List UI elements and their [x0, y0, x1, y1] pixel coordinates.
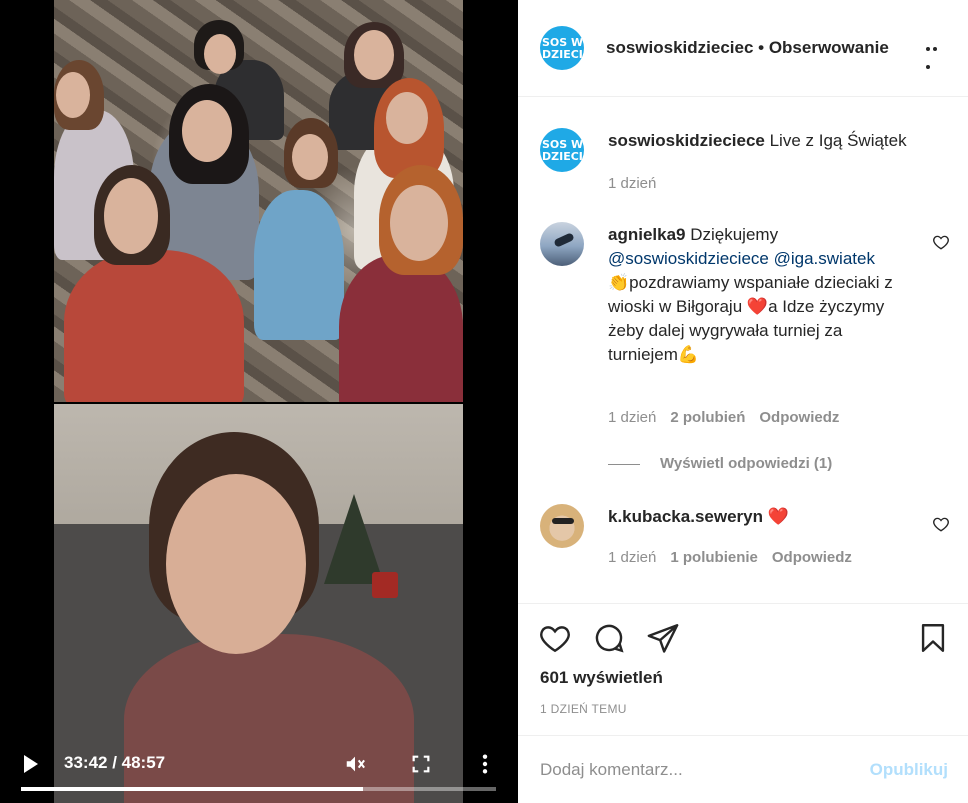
muscle-emoji: 💪 — [677, 345, 700, 364]
caption-text: soswioskidzieciece Live z Igą Świątek — [608, 129, 948, 153]
comment-text: agnielka9 Dziękujemy @soswioskidzieciece… — [608, 223, 898, 367]
fullscreen-icon[interactable] — [410, 753, 432, 775]
more-vertical-icon[interactable] — [474, 753, 496, 775]
publish-button[interactable]: Opublikuj — [870, 760, 948, 780]
comments-section[interactable]: SOS W DZIECI soswioskidzieciece Live z I… — [518, 98, 968, 603]
caption: SOS W DZIECI soswioskidzieciece Live z I… — [540, 128, 950, 198]
mention-link[interactable]: @iga.swiatek — [774, 249, 875, 268]
comment: k.kubacka.seweryn ❤️ 1 dzień 1 polubienie… — [540, 504, 950, 584]
live-guest-frame — [54, 0, 463, 402]
more-horizontal-icon[interactable] — [926, 40, 946, 69]
commenter-avatar[interactable] — [540, 222, 584, 266]
comment-username[interactable]: k.kubacka.seweryn — [608, 507, 763, 526]
video-controls: 33:42 / 48:57 — [0, 713, 518, 803]
video-progress-bar[interactable] — [21, 787, 496, 791]
share-icon[interactable] — [646, 621, 680, 655]
heart-icon[interactable] — [538, 621, 572, 655]
video-time: 33:42 / 48:57 — [64, 753, 166, 772]
heart-emoji: ❤️ — [746, 297, 769, 316]
header-separator: • — [753, 38, 769, 57]
header-username[interactable]: soswioskidzieciec — [606, 38, 753, 57]
caption-username[interactable]: soswioskidzieciece — [608, 131, 765, 150]
avatar-logo-text: SOS W — [542, 138, 584, 151]
following-button[interactable]: Obserwowanie — [769, 38, 889, 57]
comment-like-icon[interactable] — [932, 515, 950, 533]
divider-line — [608, 463, 640, 465]
comment-username[interactable]: agnielka9 — [608, 225, 686, 244]
view-replies-button[interactable]: Wyświetl odpowiedzi (1) — [608, 455, 832, 472]
account-avatar[interactable]: SOS W DZIECI — [540, 26, 584, 70]
video-player[interactable]: 33:42 / 48:57 — [0, 0, 518, 803]
bookmark-icon[interactable] — [916, 621, 950, 655]
post-timestamp: 1 DZIEŃ TEMU — [540, 702, 627, 716]
header-account: soswioskidzieciec • Obserwowanie — [606, 38, 889, 58]
comment-text: k.kubacka.seweryn ❤️ — [608, 505, 898, 529]
comment-meta: 1 dzień 1 polubienie Odpowiedz — [608, 549, 852, 566]
comment-time: 1 dzień — [608, 549, 657, 566]
comment-body: Dziękujemy — [685, 225, 779, 244]
reply-button[interactable]: Odpowiedz — [759, 409, 839, 426]
caption-avatar[interactable]: SOS W DZIECI — [540, 128, 584, 172]
comment: agnielka9 Dziękujemy @soswioskidzieciece… — [540, 222, 950, 472]
comment-meta: 1 dzień 2 polubień Odpowiedz — [608, 409, 839, 426]
view-replies-label: Wyświetl odpowiedzi (1) — [660, 455, 833, 472]
commenter-avatar[interactable] — [540, 504, 584, 548]
comment-time: 1 dzień — [608, 409, 657, 426]
mention-link[interactable]: @soswioskidzieciece — [608, 249, 769, 268]
avatar-logo-text: DZIECI — [542, 48, 583, 61]
avatar-logo-text: DZIECI — [542, 150, 583, 163]
comment-like-icon[interactable] — [932, 233, 950, 251]
add-comment-bar: Opublikuj — [518, 735, 968, 803]
play-icon[interactable] — [24, 755, 38, 773]
post-header: SOS W DZIECI soswioskidzieciec • Obserwo… — [518, 0, 968, 97]
comment-icon[interactable] — [592, 621, 626, 655]
post-actions: 601 wyświetleń 1 DZIEŃ TEMU — [518, 603, 968, 731]
caption-time: 1 dzień — [608, 175, 657, 192]
views-count[interactable]: 601 wyświetleń — [540, 668, 663, 688]
video-progress-fill — [21, 787, 363, 791]
caption-body: Live z Igą Świątek — [764, 131, 907, 150]
comment-likes[interactable]: 2 polubień — [670, 409, 745, 426]
comment-likes[interactable]: 1 polubienie — [670, 549, 758, 566]
avatar-logo-text: SOS W — [542, 36, 584, 49]
reply-button[interactable]: Odpowiedz — [772, 549, 852, 566]
comment-body: ❤️ — [762, 507, 789, 526]
post-panel: SOS W DZIECI soswioskidzieciec • Obserwo… — [518, 0, 968, 803]
comment-input[interactable] — [540, 758, 860, 782]
volume-muted-icon[interactable] — [344, 753, 366, 775]
